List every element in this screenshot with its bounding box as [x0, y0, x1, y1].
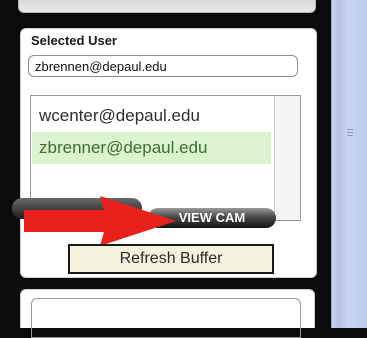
list-scrollbar[interactable] — [274, 96, 300, 220]
refresh-buffer-tooltip: Refresh Buffer — [68, 244, 274, 274]
list-item-selected[interactable]: zbrenner@depaul.edu — [32, 132, 271, 164]
selected-user-field[interactable]: zbrennen@depaul.edu — [28, 55, 298, 77]
list-item[interactable]: wcenter@depaul.edu — [32, 100, 271, 132]
panel-title: Selected User — [31, 33, 117, 48]
drag-grip-icon[interactable] — [347, 129, 353, 139]
bottom-list-box[interactable] — [31, 298, 301, 338]
top-panel-edge — [18, 0, 316, 13]
red-arrow-icon — [24, 196, 176, 246]
bottom-panel — [20, 289, 315, 338]
side-scroll-pane[interactable] — [331, 0, 367, 328]
